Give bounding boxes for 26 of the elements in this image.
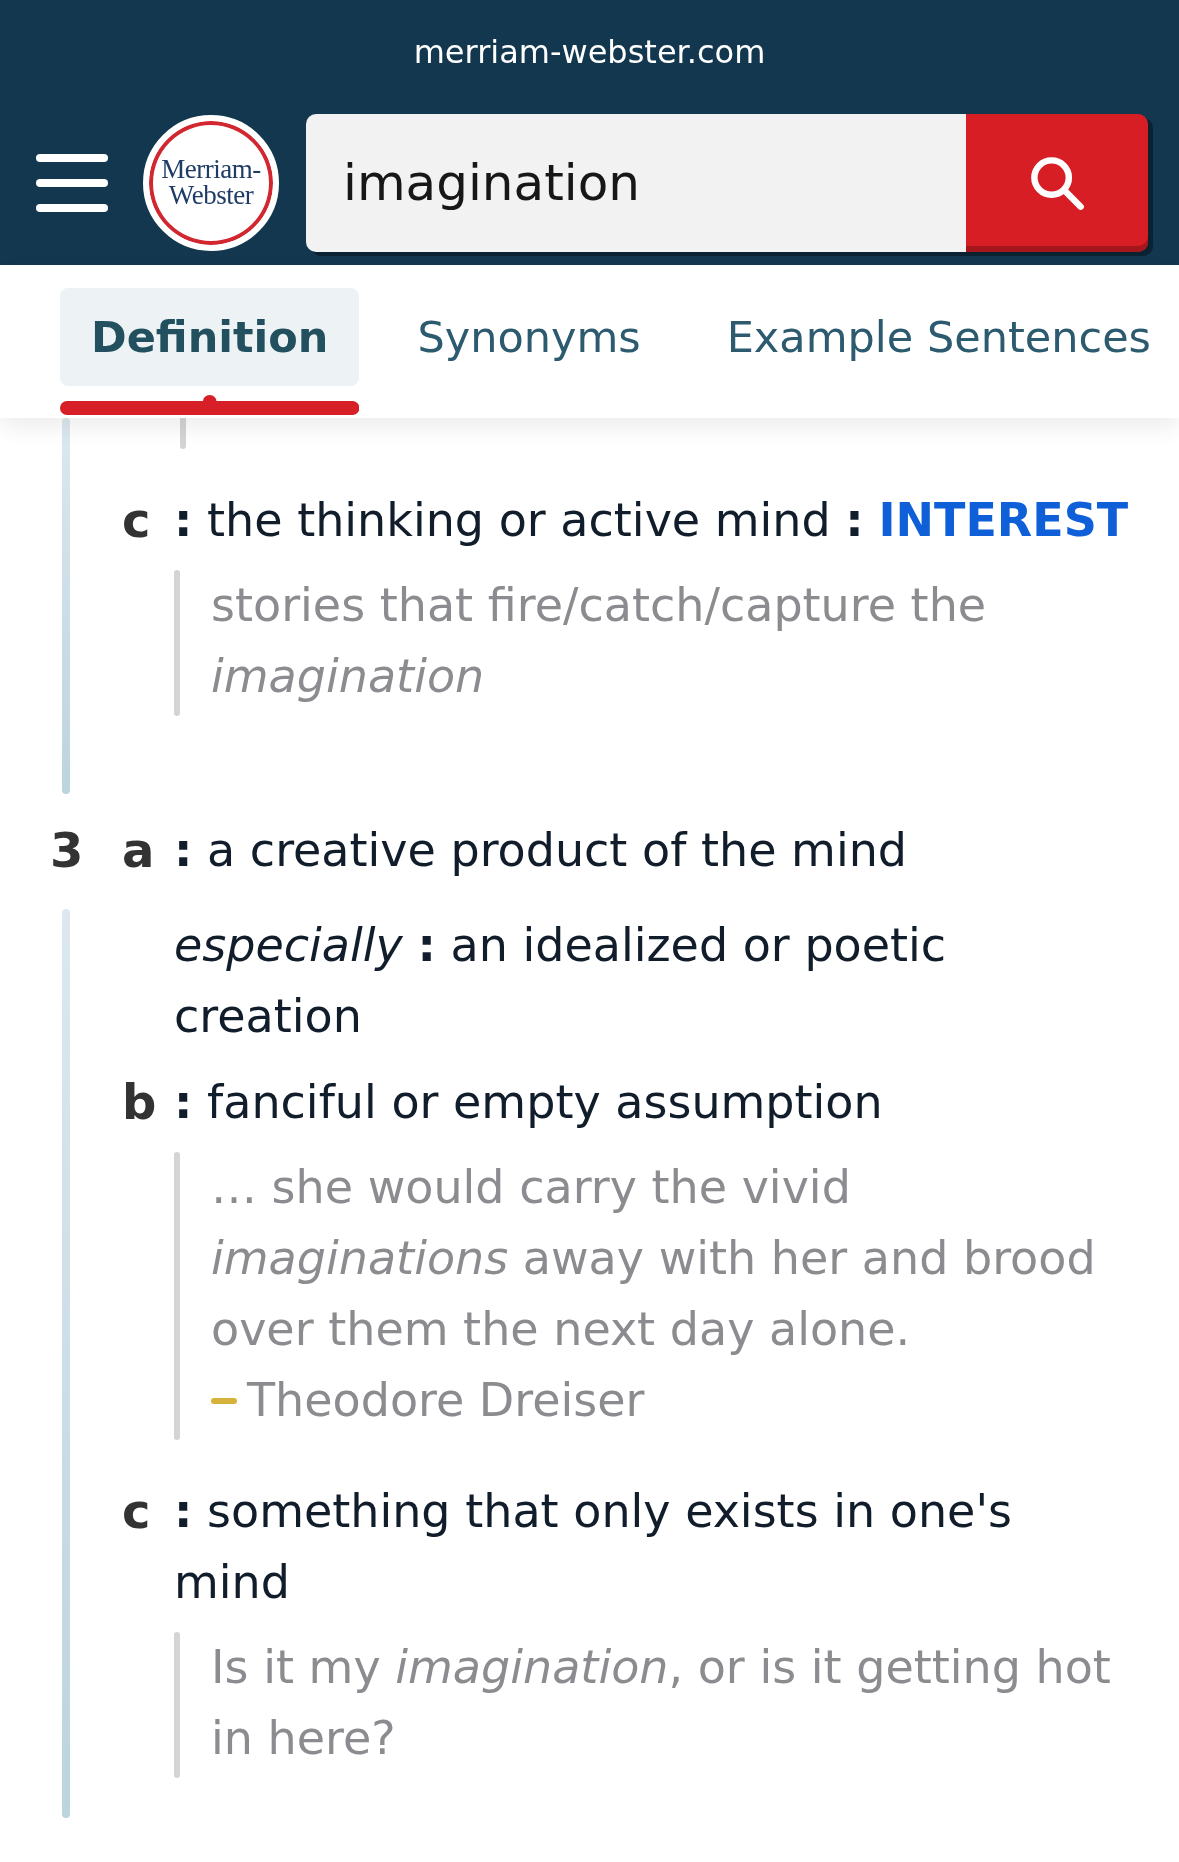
sense-letter: c: [122, 491, 151, 550]
tab[interactable]: Definition: [60, 288, 360, 386]
example-sentence: stories that fire/catch/capture the imagination: [211, 577, 988, 705]
menu-icon: [36, 154, 108, 212]
example-sentence: … she would carry the vivid imaginations away with her and brood over them the next day alone.: [211, 1159, 1097, 1358]
url-text: merriam-webster.com: [412, 32, 767, 73]
sense-letter: b: [122, 1073, 157, 1132]
cross-reference-link[interactable]: INTEREST: [878, 493, 1129, 547]
definition-text: : fanciful or empty assumption: [174, 1074, 884, 1131]
sense-letter: c: [122, 1482, 151, 1541]
quote-bar: [180, 418, 186, 449]
definition-text: : a creative product of the mind: [174, 822, 909, 879]
example-sentence: Is it my imagination, or is it getting hot in here?: [211, 1639, 1112, 1767]
sense-letter: a: [122, 821, 155, 880]
search-icon: [1029, 155, 1085, 211]
definition-text: : the thinking or active mind : INTEREST: [174, 492, 1130, 549]
logo[interactable]: Merriam-Webster: [143, 115, 279, 251]
search-field[interactable]: imagination: [306, 114, 966, 252]
sense-number: 3: [50, 821, 84, 880]
author-name: Theodore Dreiser: [247, 1372, 645, 1429]
definition-text: : something that only exists in one's mind: [174, 1483, 1013, 1611]
search-button[interactable]: [966, 114, 1148, 252]
dash-icon: [211, 1397, 237, 1404]
tab[interactable]: Example Sentences: [698, 288, 1179, 386]
tab[interactable]: Synonyms: [389, 288, 669, 386]
menu-button[interactable]: [36, 154, 108, 212]
